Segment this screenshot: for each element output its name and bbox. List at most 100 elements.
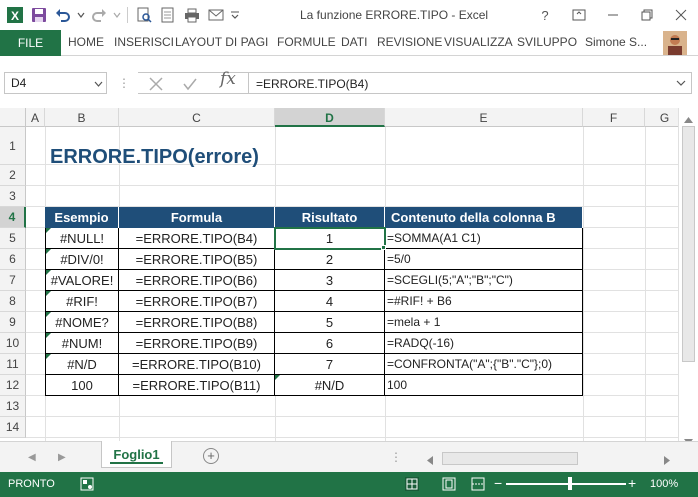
customize-toolbar-icon[interactable] — [229, 5, 241, 25]
close-icon[interactable] — [664, 0, 698, 30]
row-header-13[interactable]: 13 — [0, 396, 26, 417]
tab-inserisci[interactable]: INSERISCI — [114, 35, 174, 49]
table-cell[interactable]: #NULL! — [45, 228, 119, 249]
table-cell[interactable]: =ERRORE.TIPO(B10) — [119, 354, 275, 375]
tab-file[interactable]: FILE — [0, 30, 61, 56]
column-header-g[interactable]: G — [645, 108, 678, 127]
row-header-3[interactable]: 3 — [0, 186, 26, 207]
ribbon-display-icon[interactable] — [562, 0, 596, 30]
table-cell[interactable]: #N/D — [275, 375, 385, 396]
tab-visualizza[interactable]: VISUALIZZA — [444, 35, 513, 49]
horizontal-scrollbar[interactable] — [424, 452, 674, 465]
row-header-4[interactable]: 4 — [0, 207, 26, 228]
column-header-e[interactable]: E — [385, 108, 583, 127]
table-cell[interactable]: #NOME? — [45, 312, 119, 333]
undo-icon[interactable] — [52, 5, 74, 25]
help-icon[interactable]: ? — [528, 0, 562, 30]
tab-sviluppo[interactable]: SVILUPPO — [517, 35, 577, 49]
formula-input[interactable]: =ERRORE.TIPO(B4) — [248, 72, 692, 94]
row-header-9[interactable]: 9 — [0, 312, 26, 333]
table-cell[interactable]: =ERRORE.TIPO(B7) — [119, 291, 275, 312]
header-risultato[interactable]: Risultato — [275, 207, 385, 228]
table-cell[interactable]: 1 — [275, 228, 385, 249]
row-header-10[interactable]: 10 — [0, 333, 26, 354]
next-sheet-icon[interactable]: ▶ — [58, 452, 66, 463]
undo-dropdown-icon[interactable] — [76, 5, 86, 25]
vertical-scrollbar[interactable] — [678, 108, 698, 449]
name-box[interactable]: D4 — [4, 72, 107, 94]
header-formula[interactable]: Formula — [119, 207, 275, 228]
redo-dropdown-icon[interactable] — [112, 5, 122, 25]
fill-handle[interactable] — [381, 245, 386, 250]
table-cell[interactable]: =#RIF! + B6 — [385, 291, 583, 312]
header-contenuto[interactable]: Contenuto della colonna B — [385, 207, 583, 228]
chevron-down-icon[interactable] — [94, 77, 103, 91]
redo-icon[interactable] — [88, 5, 110, 25]
table-cell[interactable]: =RADQ(-16) — [385, 333, 583, 354]
table-cell[interactable]: 5 — [275, 312, 385, 333]
scroll-left-icon[interactable] — [426, 454, 433, 468]
zoom-level[interactable]: 100% — [650, 478, 678, 490]
table-cell[interactable]: =ERRORE.TIPO(B6) — [119, 270, 275, 291]
page-layout-view-icon[interactable] — [442, 477, 456, 494]
row-header-7[interactable]: 7 — [0, 270, 26, 291]
table-cell[interactable]: 7 — [275, 354, 385, 375]
scroll-up-icon[interactable] — [684, 112, 693, 126]
table-cell[interactable]: 4 — [275, 291, 385, 312]
select-all-corner[interactable] — [0, 108, 26, 127]
table-cell[interactable]: 100 — [45, 375, 119, 396]
table-cell[interactable]: 3 — [275, 270, 385, 291]
row-header-5[interactable]: 5 — [0, 228, 26, 249]
previous-sheet-icon[interactable]: ◀ — [28, 452, 36, 463]
error-indicator-icon[interactable] — [46, 270, 51, 275]
scroll-right-icon[interactable] — [664, 454, 671, 468]
column-header-c[interactable]: C — [119, 108, 275, 127]
column-header-d[interactable]: D — [275, 108, 385, 127]
error-indicator-icon[interactable] — [275, 375, 280, 380]
table-cell[interactable]: =ERRORE.TIPO(B8) — [119, 312, 275, 333]
zoom-out-button[interactable]: − — [494, 475, 502, 491]
table-cell[interactable]: =SOMMA(A1 C1) — [385, 228, 583, 249]
table-cell[interactable]: =mela + 1 — [385, 312, 583, 333]
table-cell[interactable]: 6 — [275, 333, 385, 354]
table-cell[interactable]: 2 — [275, 249, 385, 270]
tab-split-handle-icon[interactable]: ⋮ — [390, 450, 402, 464]
table-cell[interactable]: #N/D — [45, 354, 119, 375]
sheet-tab-foglio1[interactable]: Foglio1 — [101, 441, 172, 468]
zoom-slider-track[interactable] — [506, 483, 626, 485]
normal-view-icon[interactable] — [405, 477, 419, 494]
error-indicator-icon[interactable] — [46, 249, 51, 254]
table-cell[interactable]: #NUM! — [45, 333, 119, 354]
row-header-12[interactable]: 12 — [0, 375, 26, 396]
error-indicator-icon[interactable] — [46, 291, 51, 296]
tab-formule[interactable]: FORMULE — [277, 35, 336, 49]
error-indicator-icon[interactable] — [46, 312, 51, 317]
tab-revisione[interactable]: REVISIONE — [377, 35, 442, 49]
row-header-1[interactable]: 1 — [0, 127, 26, 165]
table-cell[interactable]: =ERRORE.TIPO(B9) — [119, 333, 275, 354]
tab-dati[interactable]: DATI — [341, 35, 367, 49]
user-name[interactable]: Simone S... — [585, 35, 647, 49]
excel-logo-icon[interactable]: X — [4, 5, 26, 25]
zoom-slider-thumb[interactable] — [568, 477, 572, 490]
column-header-f[interactable]: F — [583, 108, 645, 127]
error-indicator-icon[interactable] — [46, 333, 51, 338]
tab-home[interactable]: HOME — [68, 35, 104, 49]
macro-record-icon[interactable] — [80, 477, 94, 494]
table-cell[interactable]: #VALORE! — [45, 270, 119, 291]
print-preview-icon[interactable] — [133, 5, 155, 25]
cancel-icon[interactable] — [148, 76, 164, 95]
add-sheet-button[interactable]: + — [203, 448, 219, 464]
column-header-b[interactable]: B — [45, 108, 119, 127]
table-cell[interactable]: =SCEGLI(5;"A";"B";"C") — [385, 270, 583, 291]
page-title[interactable]: ERRORE.TIPO(errore) — [50, 146, 259, 169]
row-header-2[interactable]: 2 — [0, 165, 26, 186]
open-file-icon[interactable] — [157, 5, 179, 25]
table-cell[interactable]: =5/0 — [385, 249, 583, 270]
quick-print-icon[interactable] — [181, 5, 203, 25]
save-icon[interactable] — [28, 5, 50, 25]
table-cell[interactable]: =ERRORE.TIPO(B5) — [119, 249, 275, 270]
error-indicator-icon[interactable] — [46, 354, 51, 359]
row-header-14[interactable]: 14 — [0, 417, 26, 438]
minimize-icon[interactable] — [596, 0, 630, 30]
